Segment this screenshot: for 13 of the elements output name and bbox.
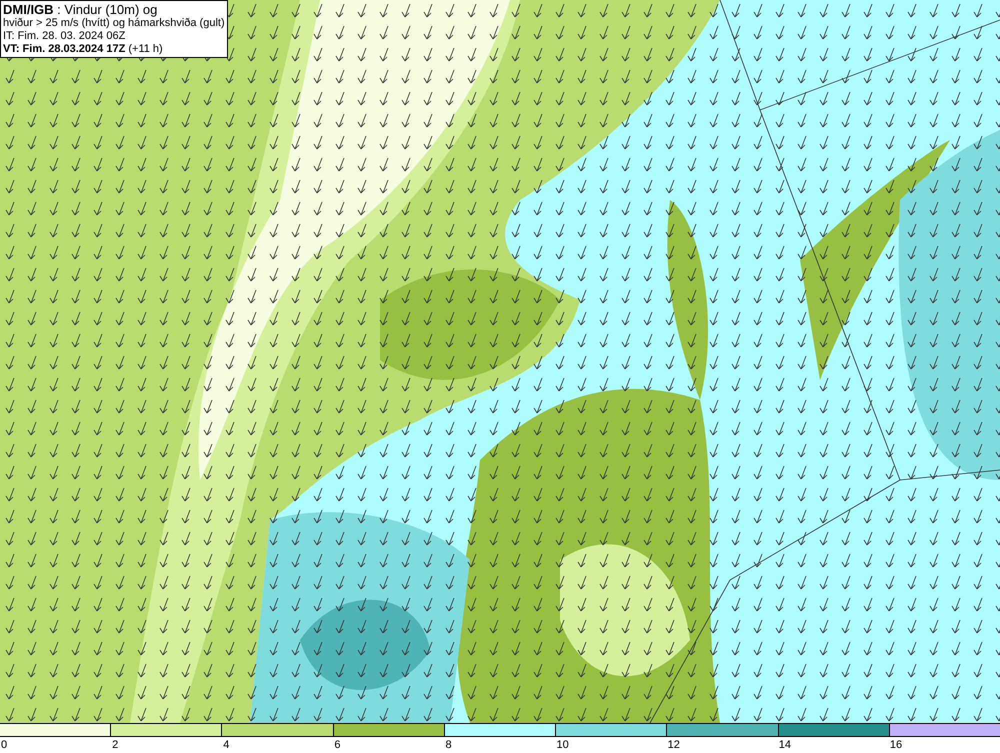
- info-text: VT: Fim. 28.03.2024 17Z (+11 h): [3, 43, 164, 56]
- info-text: DMI/IGB : Vindur (10m) og: [3, 2, 158, 17]
- legend-label: 2: [112, 739, 118, 751]
- legend-label: 12: [668, 739, 680, 751]
- info-text: hviður > 25 m/s (hvítt) og hámarkshviða (gult): [3, 17, 225, 30]
- legend-label: 14: [778, 739, 792, 751]
- legend-label: 0: [1, 739, 8, 751]
- info-text: IT: Fim. 28. 03. 2024 06Z: [3, 30, 126, 43]
- legend-label: 8: [445, 739, 452, 751]
- legend-label: 10: [556, 739, 569, 751]
- legend-label: 6: [334, 739, 340, 751]
- legend-label: 4: [223, 739, 230, 751]
- legend-label: 16: [890, 739, 902, 751]
